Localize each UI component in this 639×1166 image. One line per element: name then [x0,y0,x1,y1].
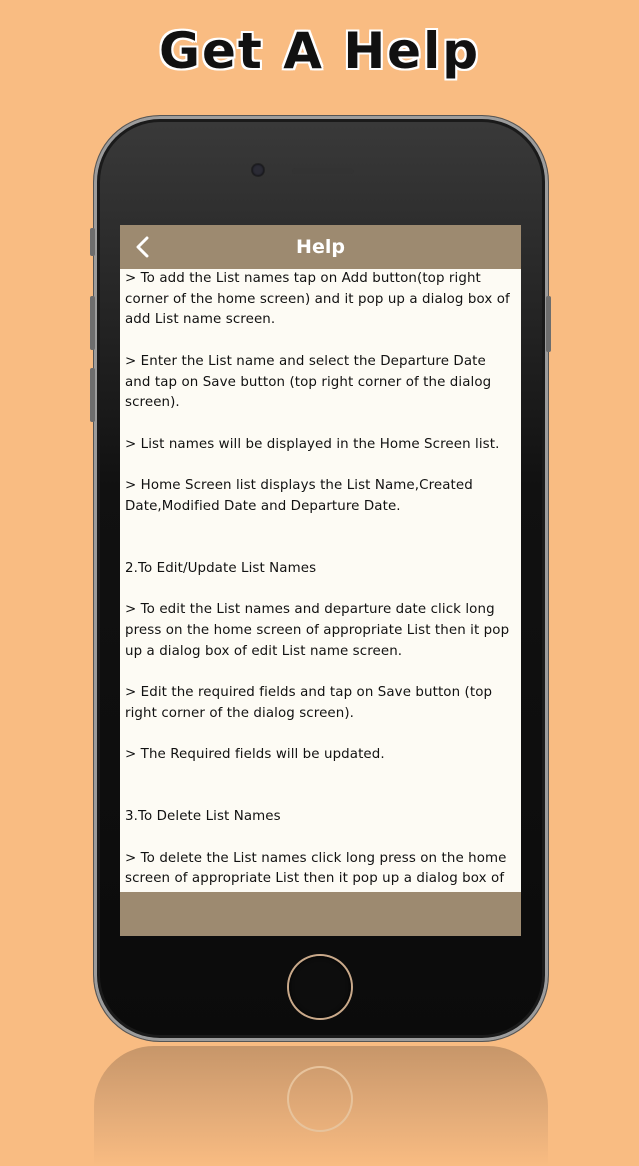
help-paragraph: > Enter the List name and select the Dep… [125,353,492,411]
section-heading: 2.To Edit/Update List Names [125,560,317,576]
mute-switch [90,228,95,256]
help-content[interactable]: > To add the List names tap on Add butto… [120,269,521,892]
help-paragraph: > Home Screen list displays the List Nam… [125,477,473,514]
help-paragraph: > List names will be displayed in the Ho… [125,436,500,452]
back-button[interactable] [128,231,158,263]
help-paragraph: > Edit the required fields and tap on Sa… [125,684,493,721]
home-button-reflection [289,1068,351,1130]
promo-title: Get A Help [158,22,481,80]
chevron-left-icon [136,236,149,258]
app-bar: Help [120,225,521,269]
earpiece-speaker [292,168,354,174]
section-heading: 3.To Delete List Names [125,809,281,825]
home-button[interactable] [289,956,351,1018]
volume-up-button [90,296,95,350]
volume-down-button [90,368,95,422]
phone-screen: Help > To add the List names tap on Add … [120,225,521,936]
front-camera [252,164,264,176]
help-paragraph: > To delete the List names click long pr… [125,850,507,892]
help-paragraph: > To edit the List names and departure d… [125,602,510,659]
page-title: Help [296,236,345,258]
power-button [546,296,551,352]
help-paragraph: > The Required fields will be updated. [125,747,385,763]
help-paragraph: > To add the List names tap on Add butto… [125,271,510,328]
bottom-bar [120,892,521,936]
